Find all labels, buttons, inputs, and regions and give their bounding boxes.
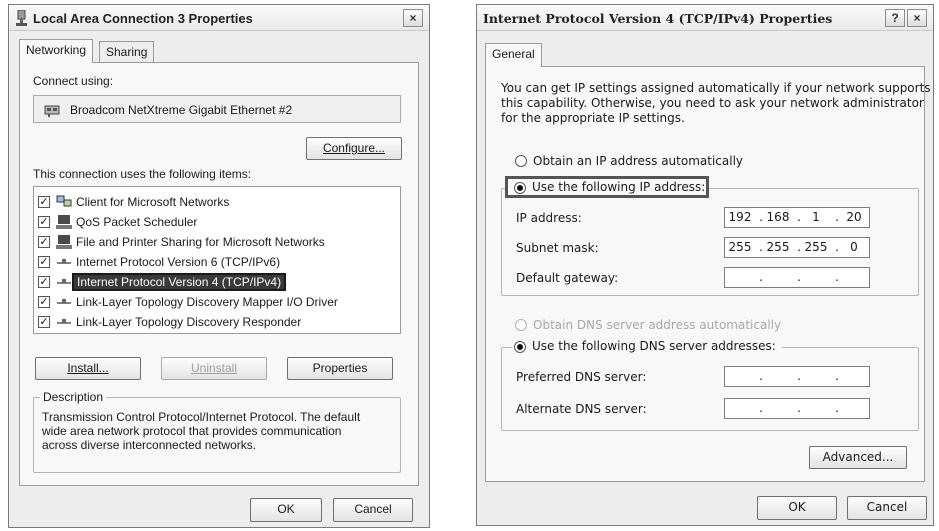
checkbox[interactable]: ✓ — [38, 276, 50, 288]
mask-octet: 255 — [766, 240, 790, 254]
checkbox[interactable]: ✓ — [38, 236, 50, 248]
description-line: Transmission Control Protocol/Internet P… — [42, 410, 361, 424]
protocol-icon — [57, 299, 71, 304]
adapter-display: Broadcom NetXtreme Gigabit Ethernet #2 — [33, 95, 401, 123]
install-button[interactable]: Install... — [35, 357, 141, 380]
use-following-ip-highlight[interactable]: Use the following IP address: — [505, 176, 709, 198]
uninstall-button[interactable]: Uninstall — [161, 357, 267, 380]
preferred-dns-field[interactable]: . . . — [724, 366, 870, 387]
protocol-icon — [57, 279, 71, 284]
use-following-dns-label: Use the following DNS server addresses: — [532, 339, 776, 353]
use-following-dns-title[interactable]: Use the following DNS server addresses: — [512, 339, 782, 355]
uninstall-button-label: Uninstall — [190, 361, 238, 375]
dialog2-title: Internet Protocol Version 4 (TCP/IPv4) P… — [483, 11, 833, 26]
default-gateway-label: Default gateway: — [516, 271, 619, 285]
list-item[interactable]: ✓ Client for Microsoft Networks — [34, 193, 394, 213]
description-title: Description — [40, 390, 107, 404]
description-line: across diverse interconnected networks. — [42, 438, 257, 452]
mask-octet: 255 — [728, 240, 752, 254]
properties-button-label: Properties — [312, 361, 368, 375]
alternate-dns-label: Alternate DNS server: — [516, 402, 647, 416]
obtain-dns-auto-label: Obtain DNS server address automatically — [533, 318, 782, 332]
ip-address-label: IP address: — [516, 211, 582, 225]
protocol-icon — [57, 259, 71, 264]
cancel-button[interactable]: Cancel — [333, 498, 413, 522]
properties-button[interactable]: Properties — [287, 357, 393, 380]
ip-octet: 168 — [766, 210, 790, 224]
cancel-button[interactable]: Cancel — [847, 496, 927, 520]
checkbox[interactable]: ✓ — [38, 216, 50, 228]
subnet-mask-field[interactable]: 255 . 255 . 255 . 0 — [724, 237, 870, 258]
obtain-dns-auto-radio[interactable] — [515, 319, 527, 331]
ipv4-properties-dialog: Internet Protocol Version 4 (TCP/IPv4) P… — [476, 4, 934, 526]
use-following-dns-radio[interactable] — [514, 341, 526, 353]
intro-line: You can get IP settings assigned automat… — [501, 81, 931, 95]
checkbox[interactable]: ✓ — [38, 256, 50, 268]
intro-line: this capability. Otherwise, you need to … — [501, 96, 924, 110]
ip-octet: 192 — [728, 210, 752, 224]
description-line: wide area network protocol that provides… — [42, 424, 342, 438]
intro-line: for the appropriate IP settings. — [501, 111, 685, 125]
ip-octet: 20 — [846, 210, 862, 224]
adapter-name: Broadcom NetXtreme Gigabit Ethernet #2 — [70, 103, 293, 117]
alternate-dns-field[interactable]: . . . — [724, 398, 870, 419]
list-item[interactable]: ✓ Link-Layer Topology Discovery Mapper I… — [34, 293, 394, 313]
list-item[interactable]: ✓ Internet Protocol Version 6 (TCP/IPv6) — [34, 253, 394, 273]
dialog1-title: Local Area Connection 3 Properties — [33, 11, 253, 26]
dialog2-titlebar[interactable]: Internet Protocol Version 4 (TCP/IPv4) P… — [477, 5, 933, 31]
preferred-dns-label: Preferred DNS server: — [516, 370, 647, 384]
configure-button-label: Configure... — [322, 141, 386, 155]
list-item[interactable]: ✓ QoS Packet Scheduler — [34, 213, 394, 233]
checkbox[interactable]: ✓ — [38, 196, 50, 208]
subnet-mask-label: Subnet mask: — [516, 241, 599, 255]
mask-octet: 0 — [850, 240, 858, 254]
list-item-label: File and Printer Sharing for Microsoft N… — [76, 235, 325, 249]
computer-icon — [56, 215, 72, 229]
description-group: Description Transmission Control Protoco… — [33, 390, 401, 473]
dialog1-titlebar[interactable]: Local Area Connection 3 Properties × — [9, 5, 429, 31]
ok-button[interactable]: OK — [250, 498, 322, 522]
network-adapter-icon — [16, 10, 27, 26]
list-item-label: Link-Layer Topology Discovery Responder — [76, 315, 302, 329]
close-icon[interactable]: × — [403, 9, 423, 27]
tab-networking[interactable]: Networking — [19, 39, 94, 63]
configure-button[interactable]: Configure... — [306, 137, 402, 160]
network-card-icon — [44, 105, 60, 117]
use-following-ip-label: Use the following IP address: — [532, 180, 706, 194]
use-following-ip-radio[interactable] — [514, 182, 526, 194]
network-client-icon — [56, 195, 72, 207]
computer-icon — [56, 235, 72, 249]
list-item-selected[interactable]: ✓ Internet Protocol Version 4 (TCP/IPv4) — [34, 273, 394, 293]
mask-octet: 255 — [804, 240, 828, 254]
list-item-label: Client for Microsoft Networks — [76, 195, 230, 209]
ip-octet: 1 — [812, 210, 820, 224]
items-list[interactable]: ✓ Client for Microsoft Networks ✓ QoS Pa… — [33, 186, 401, 334]
local-area-connection-properties-dialog: Local Area Connection 3 Properties × Net… — [8, 4, 430, 528]
ip-address-field[interactable]: 192 . 168 . 1 . 20 — [724, 207, 870, 228]
default-gateway-field[interactable]: . . . — [724, 267, 870, 288]
close-icon[interactable]: × — [907, 9, 927, 27]
checkbox[interactable]: ✓ — [38, 296, 50, 308]
obtain-ip-auto-label: Obtain an IP address automatically — [533, 154, 744, 168]
list-item-label: Internet Protocol Version 6 (TCP/IPv6) — [76, 255, 281, 269]
install-button-label: Install... — [67, 361, 109, 375]
list-item[interactable]: ✓ Link-Layer Topology Discovery Responde… — [34, 313, 394, 333]
advanced-button[interactable]: Advanced... — [809, 446, 907, 469]
list-item[interactable]: ✓ File and Printer Sharing for Microsoft… — [34, 233, 394, 253]
tab-general[interactable]: General — [485, 43, 542, 67]
checkbox[interactable]: ✓ — [38, 316, 50, 328]
protocol-icon — [57, 319, 71, 324]
connect-using-label: Connect using: — [33, 74, 114, 88]
list-item-label: QoS Packet Scheduler — [76, 215, 198, 229]
items-label: This connection uses the following items… — [33, 167, 252, 181]
obtain-ip-auto-radio[interactable] — [515, 155, 527, 167]
list-item-label: Link-Layer Topology Discovery Mapper I/O… — [76, 295, 338, 309]
tab-sharing[interactable]: Sharing — [99, 41, 155, 63]
help-icon[interactable]: ? — [885, 9, 905, 27]
list-item-label: Internet Protocol Version 4 (TCP/IPv4) — [71, 273, 287, 291]
ok-button[interactable]: OK — [757, 496, 837, 520]
